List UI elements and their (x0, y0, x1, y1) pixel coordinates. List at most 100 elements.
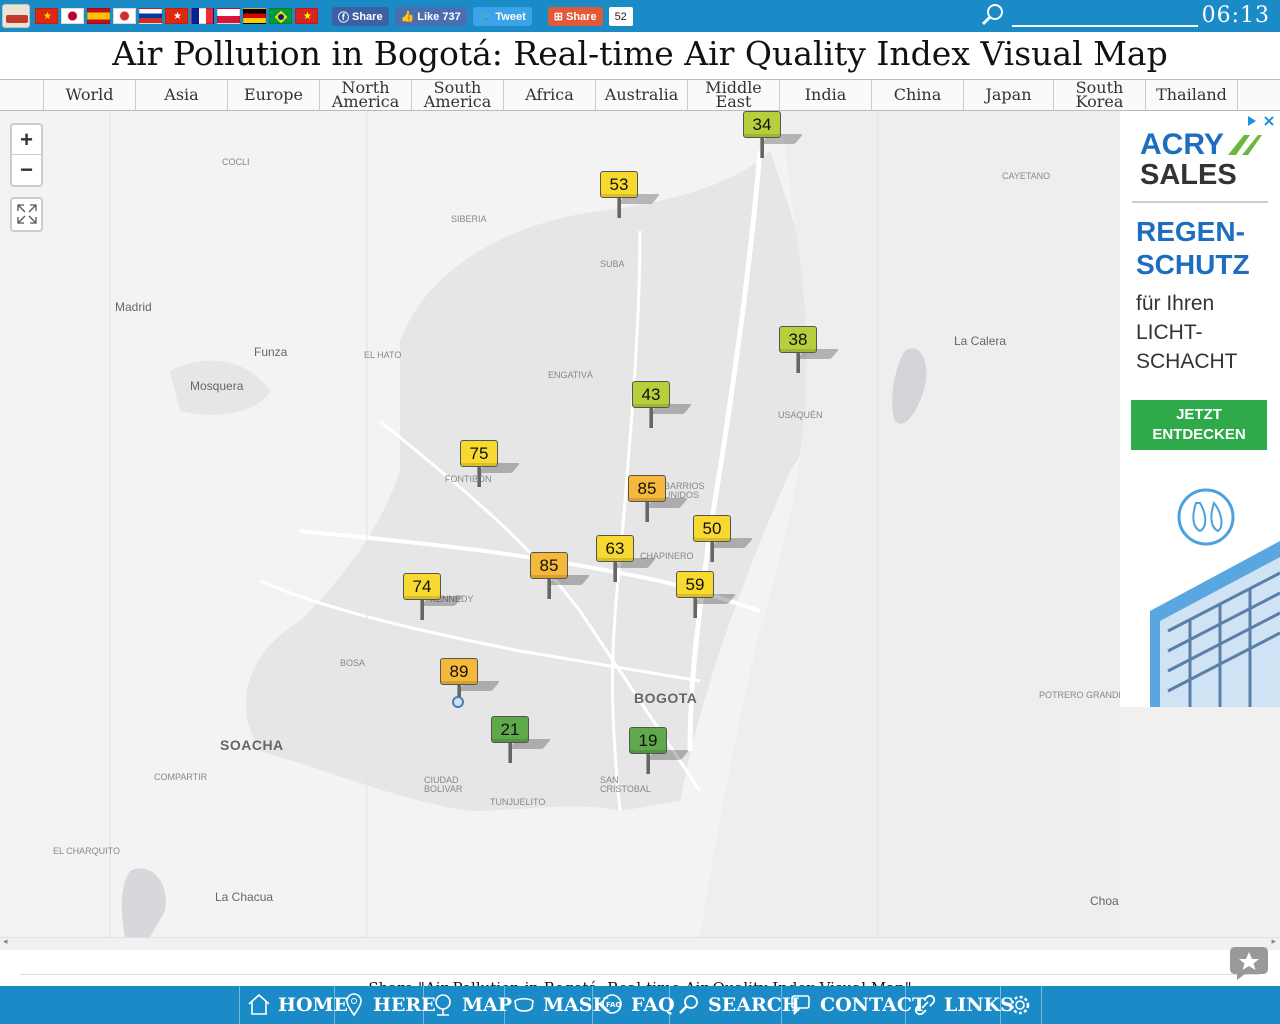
flag-brazil-icon[interactable] (269, 8, 292, 24)
nav-home-link[interactable]: HOME (239, 986, 348, 1024)
aqi-station-marker[interactable]: 38 (779, 326, 840, 378)
favorite-star-icon[interactable] (1229, 945, 1269, 981)
zoom-in-button[interactable]: + (12, 125, 41, 155)
scroll-left-icon[interactable]: ◂ (3, 937, 8, 947)
nav-search-link[interactable]: SEARCH (669, 986, 800, 1024)
marker-pole (547, 579, 551, 599)
flag-russia-icon[interactable] (139, 8, 162, 24)
fullscreen-icon (12, 199, 41, 229)
marker-pole (646, 754, 650, 774)
tab-north-america[interactable]: North America (319, 80, 411, 110)
tweet-label: Tweet (495, 10, 526, 23)
tab-south-america[interactable]: South America (411, 80, 503, 110)
place-label: COCLI (222, 157, 250, 167)
flag-china-icon[interactable]: ★ (35, 8, 58, 24)
search-icon[interactable] (980, 2, 1006, 28)
tweet-button[interactable]: 🐦 Tweet (472, 7, 532, 26)
gear-icon (1010, 995, 1030, 1015)
tab-china[interactable]: China (871, 80, 963, 110)
flag-france-icon[interactable] (191, 8, 214, 24)
marker-pole (508, 743, 512, 763)
aqi-station-marker[interactable]: 34 (743, 111, 804, 163)
marker-pole (420, 600, 424, 620)
tab-middle-east[interactable]: Middle East (687, 80, 779, 110)
tab-label: World (65, 85, 114, 104)
tab-africa[interactable]: Africa (503, 80, 595, 110)
aqi-station-marker[interactable]: 74 (403, 573, 464, 625)
place-label: BOSA (340, 658, 366, 668)
ad-brand-line1: ACRY (1140, 128, 1224, 161)
aqi-station-marker[interactable]: 89 (440, 658, 501, 710)
flag-japan-icon[interactable] (61, 8, 84, 24)
nav-mask-link[interactable]: MASK (504, 986, 609, 1024)
like-label: Like 737 (417, 10, 461, 23)
aqi-station-marker[interactable]: 63 (596, 535, 657, 587)
tab-world[interactable]: World (43, 80, 135, 110)
fullscreen-button[interactable] (10, 197, 43, 232)
flag-spain-icon[interactable] (87, 8, 110, 24)
ad-cta-button[interactable]: JETZT ENTDECKEN (1131, 400, 1267, 450)
tab-australia[interactable]: Australia (595, 80, 687, 110)
flag-germany-icon[interactable] (243, 8, 266, 24)
flag-hongkong-icon[interactable]: ★ (165, 8, 188, 24)
zoom-control: + − (10, 123, 43, 187)
nav-contact-link[interactable]: CONTACT (781, 986, 926, 1024)
aqi-value: 75 (460, 440, 498, 467)
facebook-icon: ⓕ (338, 11, 349, 24)
place-label: Funza (254, 345, 288, 359)
aqi-station-marker[interactable]: 75 (460, 440, 521, 492)
page-title: Air Pollution in Bogotá: Real-time Air Q… (112, 34, 1168, 73)
tab-japan[interactable]: Japan (963, 80, 1053, 110)
aqi-station-marker[interactable]: 85 (628, 475, 689, 527)
nav-faq-link[interactable]: FAQ FAQ (592, 986, 675, 1024)
tab-label: South Korea (1075, 78, 1124, 111)
place-label: Cayetano (1002, 171, 1051, 181)
ad-choices-icon[interactable] (1246, 114, 1276, 128)
flag-poland-icon[interactable] (217, 8, 240, 24)
nav-settings-link[interactable] (1000, 986, 1042, 1024)
facebook-like-button[interactable]: 👍 Like 737 (394, 7, 467, 26)
advertisement[interactable]: ACRY SALES REGEN-SCHUTZ für Ihren LICHT-… (1120, 111, 1280, 707)
aqi-station-marker[interactable]: 59 (676, 571, 737, 623)
aqi-station-marker[interactable]: 19 (629, 727, 690, 779)
marker-pole (760, 138, 764, 158)
thumbs-up-icon: 👍 (400, 11, 415, 23)
tab-south-korea[interactable]: South Korea (1053, 80, 1145, 110)
aqi-station-marker[interactable]: 50 (693, 515, 754, 567)
place-label: Madrid (115, 300, 152, 314)
tab-europe[interactable]: Europe (227, 80, 319, 110)
aqi-station-marker[interactable]: 53 (600, 171, 661, 223)
place-label: EL HATO (364, 350, 402, 360)
place-label: USAQUÉN (778, 410, 823, 420)
tab-thailand[interactable]: Thailand (1145, 80, 1237, 110)
clock: 06:13 (1201, 3, 1270, 28)
aqi-value: 85 (628, 475, 666, 502)
flag-korea-icon[interactable] (113, 8, 136, 24)
place-label: CIUDAD BOLIVAR (424, 775, 463, 794)
horizontal-scrollbar[interactable]: ◂ ▸ (0, 937, 1280, 950)
faq-icon: FAQ (602, 994, 622, 1014)
aqi-station-marker[interactable]: 85 (530, 552, 591, 604)
aqi-station-marker[interactable]: 43 (632, 381, 693, 433)
aqi-value: 50 (693, 515, 731, 542)
facebook-share-button[interactable]: ⓕ Share (332, 7, 389, 26)
nav-links-link[interactable]: LINKS (905, 986, 1014, 1024)
aqi-station-marker[interactable]: 21 (491, 716, 552, 768)
scroll-right-icon[interactable]: ▸ (1271, 937, 1276, 947)
map[interactable]: + − COCLI SIBERIA SUBA Madrid Funza Mosquera E… (0, 111, 1120, 937)
ad-subline: für Ihren LICHT-SCHACHT (1136, 292, 1238, 373)
tab-india[interactable]: India (779, 80, 871, 110)
nav-map-link[interactable]: MAP (423, 986, 512, 1024)
svg-text:FAQ: FAQ (606, 1001, 621, 1009)
tab-asia[interactable]: Asia (135, 80, 227, 110)
marker-pole (710, 542, 714, 562)
language-menu-icon[interactable] (2, 4, 30, 28)
flag-vietnam-icon[interactable]: ★ (295, 8, 318, 24)
search-input[interactable] (1012, 3, 1198, 27)
home-icon (248, 993, 270, 1015)
share-button[interactable]: ⊞ Share (547, 7, 603, 26)
map-base (0, 111, 1120, 937)
zoom-out-button[interactable]: − (12, 155, 41, 185)
nav-here-link[interactable]: HERE (334, 986, 436, 1024)
place-label: Potrero Grande (1039, 690, 1120, 700)
